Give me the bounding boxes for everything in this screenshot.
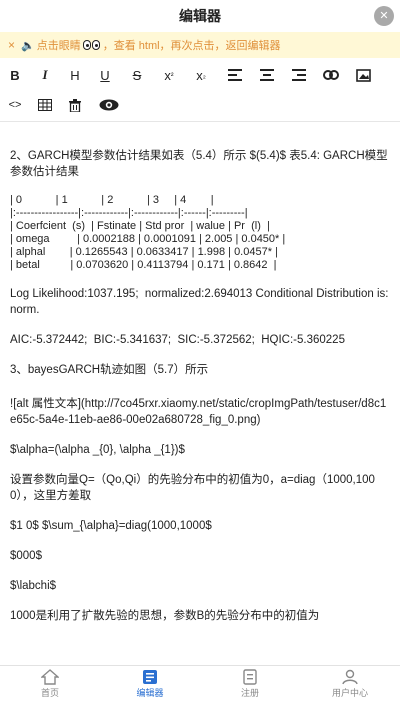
paragraph: AIC:-5.372442; BIC:-5.341637; SIC:-5.372…: [10, 334, 345, 346]
table-line: |:-----------------|:------------|:-----…: [10, 207, 248, 219]
tab-user-center[interactable]: 用户中心: [300, 666, 400, 701]
markdown-table: | 0 | 1 | 2 | 3 | 4 | |:----------------…: [10, 194, 390, 272]
preview-eye-icon[interactable]: [98, 94, 120, 116]
strikethrough-button[interactable]: S: [126, 64, 148, 86]
editor-icon: [143, 669, 157, 684]
close-button[interactable]: ✕: [374, 6, 394, 26]
align-right-icon[interactable]: [288, 64, 310, 86]
hint-text-after: ，查看 html，再次点击，返回编辑器: [102, 40, 281, 52]
paragraph: $000$: [10, 550, 42, 562]
paragraph: 1000是利用了扩散先验的思想，参数B的先验分布中的初值为: [10, 610, 320, 622]
table-line: | 0 | 1 | 2 | 3 | 4 |: [10, 194, 214, 206]
hint-close-icon[interactable]: ×: [8, 38, 15, 52]
paragraph: $\labchi$: [10, 580, 57, 592]
paragraph: $\alpha=(\alpha _{0}, \alpha _{1})$: [10, 444, 185, 456]
table-line: | omega | 0.0002188 | 0.0001091 | 2.005 …: [10, 233, 286, 245]
paragraph: Log Likelihood:1037.195; normalized:2.69…: [10, 288, 389, 316]
table-line: | Coerfcient (s) | Fstinate | Std pror |…: [10, 220, 270, 232]
editor-toolbar: B I H U S x² x₂ <>: [0, 58, 400, 122]
page-title: 编辑器: [179, 8, 221, 24]
tab-editor[interactable]: 编辑器: [100, 666, 200, 701]
paragraph: 2、GARCH模型参数估计结果如表（5.4）所示 $(5.4)$ 表5.4: G…: [10, 150, 388, 178]
tab-home[interactable]: 首页: [0, 666, 100, 701]
trash-icon[interactable]: [64, 94, 86, 116]
table-line: | alphal | 0.1265543 | 0.0633417 | 1.998…: [10, 246, 278, 258]
tab-register[interactable]: 注册: [200, 666, 300, 701]
user-center-icon: [342, 669, 358, 684]
superscript-button[interactable]: x²: [158, 64, 180, 86]
code-button[interactable]: <>: [4, 94, 26, 116]
tab-label: 首页: [40, 687, 59, 698]
paragraph: 设置参数向量Q=（Qo,Qi）的先验分布中的初值为0，a=diag（1000,1…: [10, 474, 375, 502]
eyes-emoji-icon: [82, 40, 101, 50]
editor-content[interactable]: 2、GARCH模型参数估计结果如表（5.4）所示 $(5.4)$ 表5.4: G…: [0, 122, 400, 665]
align-center-icon[interactable]: [256, 64, 278, 86]
hint-bar: × 🔈 点击眼睛 ，查看 html，再次点击，返回编辑器: [0, 32, 400, 58]
align-left-icon[interactable]: [224, 64, 246, 86]
bold-button[interactable]: B: [4, 64, 26, 86]
paragraph: ![alt 属性文本](http://7co45rxr.xiaomy.net/s…: [10, 398, 387, 426]
tab-label: 编辑器: [136, 687, 164, 698]
subscript-button[interactable]: x₂: [190, 64, 212, 86]
speaker-icon: 🔈: [21, 39, 35, 52]
paragraph: 3、bayesGARCH轨迹如图（5.7）所示: [10, 364, 209, 376]
bottom-tab-bar: 首页 编辑器 注册 用户中心: [0, 665, 400, 701]
underline-button[interactable]: U: [94, 64, 116, 86]
table-line: | betal | 0.0703620 | 0.4113794 | 0.171 …: [10, 259, 277, 271]
paragraph: $1 0$ $\sum_{\alpha}=diag(1000,1000$: [10, 520, 212, 532]
tab-label: 用户中心: [331, 687, 368, 698]
title-bar: 编辑器 ✕: [0, 0, 400, 33]
table-icon[interactable]: [34, 94, 56, 116]
tab-label: 注册: [240, 687, 259, 698]
hint-text-before: 点击眼睛: [36, 40, 81, 52]
image-icon[interactable]: [352, 64, 374, 86]
link-icon[interactable]: [320, 64, 342, 86]
register-icon: [243, 668, 257, 685]
heading-button[interactable]: H: [64, 64, 86, 86]
home-icon: [41, 668, 59, 685]
italic-button[interactable]: I: [34, 64, 56, 86]
